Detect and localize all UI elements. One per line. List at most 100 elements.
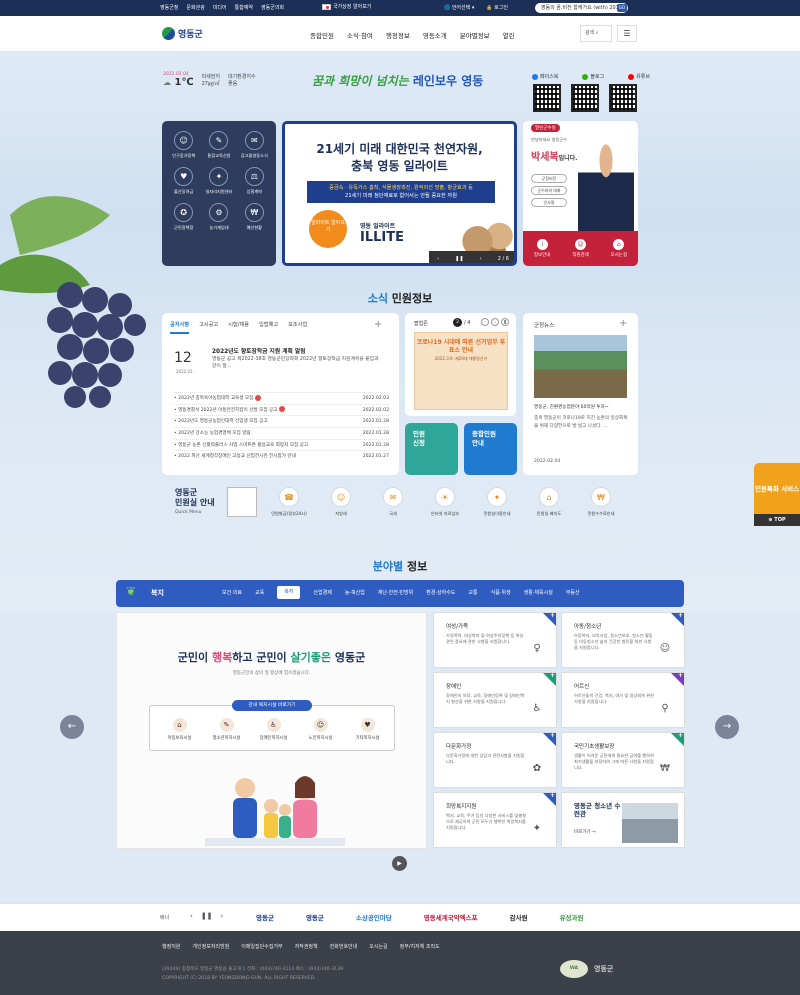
welfare-card[interactable]: + 여성/가족 가정폭력, 여성복지 및 여성주의정책 등 여성관련 중요에 관한 … [433, 612, 557, 668]
field-next-arrow[interactable]: → [715, 715, 739, 739]
quick-service-item[interactable]: ✉ 갑고을영동소식 [237, 131, 272, 159]
pause-icon[interactable]: ❚❚ [455, 256, 463, 262]
popup-pause-icon[interactable]: ❚ [501, 318, 509, 326]
notice-row[interactable]: • 2022년 강소농 농업경영체 모집 알림 2022.01.28 [174, 427, 389, 439]
vision-slogan[interactable]: 영동의 꿈,비전 함께가요 (with) 2030 [535, 3, 628, 13]
partner-banner[interactable]: 소상공인마당 [356, 912, 392, 922]
popup-next-icon[interactable]: › [491, 318, 499, 326]
quick-service-item[interactable]: ♥ 출산장려금 [166, 167, 201, 195]
field-tab[interactable]: 교통 [468, 589, 477, 599]
family-link[interactable]: 문화관광 [186, 4, 204, 11]
gnb-item[interactable]: 열린 [503, 30, 515, 40]
welfare-facility-item[interactable]: ☺ 노인복지시설 [297, 718, 344, 741]
national-symbol-link[interactable]: 국가상징 알아보기 [322, 3, 371, 10]
vision-go-button[interactable]: GO [617, 4, 627, 12]
footer-link[interactable]: 정부/지자체 조직도 [400, 943, 440, 950]
welfare-card[interactable]: + 희망복지지원 복지, 교육, 주거 등의 다양한 서비스를 맞춤형으로 제공하여… [433, 792, 557, 848]
notice-row[interactable]: • 2022년 충북육아농업대학 교육생 모집 2022.02.03 [174, 392, 389, 404]
popup-image[interactable]: 코로나19 시대에 따른 선거업무 투표소 안내 2022.3.9. 제20대 대… [414, 332, 508, 410]
quick-menu-item[interactable]: ☀ 인터넷 지로납부 [419, 487, 471, 517]
quick-menu-item[interactable]: ✦ 민원실이용안내 [471, 487, 523, 517]
back-to-top-button[interactable]: ⊕ TOP [754, 514, 800, 526]
popup-prev-icon[interactable]: ‹ [481, 318, 489, 326]
notice-featured[interactable]: 12 2022.01. 2022년도 향토장학금 지원 계획 알림 영동군 공고… [174, 346, 389, 391]
banner-prev-icon[interactable]: ‹ [190, 912, 193, 920]
welfare-facility-item[interactable]: ♥ 기타복지시설 [344, 718, 391, 741]
welfare-card[interactable]: + 국민기초생활보장 생활이 어려운 군민에게 필요한 급여를 행하여 최저생활을 … [561, 732, 685, 788]
partner-banner[interactable]: 영동군 [256, 912, 274, 922]
all-menu-button[interactable]: ☰ [617, 25, 637, 42]
field-play-button[interactable]: ▶ [392, 856, 407, 871]
notice-row[interactable]: • 2022년도 영동군농업인대학 신입생 모집 공고 2022.01.28 [174, 415, 389, 427]
quick-menu-item[interactable]: ✉ 국세 [367, 487, 419, 517]
notice-tab[interactable]: 공지사항 [170, 321, 190, 334]
welfare-facility-item[interactable]: ✎ 청소년복지시설 [203, 718, 250, 741]
quick-service-item[interactable]: ✪ 군민정책함 [166, 203, 201, 231]
footer-link[interactable]: 개인정보처리방침 [192, 943, 229, 950]
mayor-link[interactable]: i 정보안내 [534, 239, 550, 258]
footer-link[interactable]: 저작권정책 [295, 943, 318, 950]
mayor-link[interactable]: ⌂ 오시는길 [611, 239, 627, 258]
family-link[interactable]: 영동군청 [160, 4, 178, 11]
footer-link[interactable]: 오시는길 [369, 943, 387, 950]
gnb-item[interactable]: 분야별정보 [460, 30, 490, 40]
partner-banner[interactable]: 유성과원 [560, 912, 584, 922]
site-logo[interactable]: 영동군 [162, 27, 203, 40]
family-link[interactable]: 영동군의회 [261, 4, 284, 11]
notice-more-plus-icon[interactable]: + [374, 319, 382, 330]
notice-tab[interactable]: 보조사업 [288, 321, 307, 334]
gov-news-more-plus-icon[interactable]: + [619, 318, 627, 329]
welfare-card[interactable]: + 어르신 어르신들의 건강, 복지, 여가 및 일상회복 위한 사항을 지원합니다… [561, 672, 685, 728]
sns-link[interactable]: 유튜브 [628, 73, 650, 80]
partner-banner[interactable]: 영동군 [306, 912, 324, 922]
notice-tab[interactable]: 시험/채용 [228, 321, 249, 334]
welfare-facility-item[interactable]: ⌂ 아동보육시설 [156, 718, 203, 741]
notice-tab[interactable]: 고시공고 [199, 321, 218, 334]
welfare-facility-item[interactable]: ♿ 장애인복지시설 [250, 718, 297, 741]
field-tab[interactable]: 부동산 [566, 589, 580, 599]
notice-row[interactable]: • 영동군 농촌 신활력플러스 사업 스마트폰 활용교육 희망자 모집 공고 20… [174, 438, 389, 451]
mayor-link[interactable]: ☺ 직원검색 [572, 239, 589, 258]
mayor-greeting-button[interactable]: 인사말 [531, 198, 567, 207]
family-link[interactable]: 미디어 [213, 4, 227, 11]
youth-center-card[interactable]: 영동군 청소년 수련관 바로가기 → [561, 792, 685, 848]
banner-pause-icon[interactable]: ❚❚ [201, 912, 213, 920]
quick-menu-item[interactable]: ₩ 민원수수료안내 [575, 487, 627, 517]
quick-service-item[interactable]: ⚖ 입찰계약 [237, 167, 272, 195]
partner-banner[interactable]: 감사원 [510, 912, 528, 922]
search-button[interactable]: 검색 ⌕ [580, 25, 612, 42]
quick-service-item[interactable]: ✎ 통합교육신청 [201, 131, 236, 159]
field-tab[interactable]: 산업경제 [313, 589, 331, 599]
notice-row[interactable]: • 영동경찰서 2022년 아동안전지킴이 선발 모집 공고 2022.02.02 [174, 403, 389, 416]
civil-request-button[interactable]: 민원 신청 [405, 423, 458, 475]
footer-link[interactable]: 전화번호안내 [330, 943, 358, 950]
quick-service-item[interactable]: ₩ 예산현황 [237, 203, 272, 231]
illite-more-button[interactable]: 일라이트 알아보기 [309, 210, 347, 248]
notice-tab[interactable]: 입법예고 [259, 321, 278, 334]
field-tab[interactable]: 농·축산업 [345, 589, 365, 599]
quick-menu-item[interactable]: ☺ 지방세 [315, 487, 367, 517]
sns-link[interactable]: 페이스북 [532, 73, 558, 80]
prev-arrow-icon[interactable]: ‹ [437, 256, 439, 262]
field-prev-arrow[interactable]: ← [60, 715, 84, 739]
quick-service-item[interactable]: ⚙ 농기계임대 [201, 203, 236, 231]
footer-link[interactable]: 이메일집단수집거부 [241, 943, 282, 950]
language-select[interactable]: 🌐 언어선택 ▾ [444, 4, 474, 11]
field-tab[interactable]: 재난·안전·민방위 [378, 589, 413, 599]
field-tab[interactable]: 식품·위생 [491, 589, 511, 599]
field-tab[interactable]: 복지 [277, 586, 301, 599]
gnb-item[interactable]: 종합민원 [310, 30, 334, 40]
field-tab[interactable]: 환경·상하수도 [426, 589, 455, 599]
field-tab[interactable]: 보건·의료 [222, 589, 242, 599]
sns-link[interactable]: 블로그 [582, 73, 604, 80]
partner-banner[interactable]: 영동세계국악엑스포 [424, 912, 478, 922]
main-promo-banner[interactable]: 21세기 미래 대한민국 천연자원, 충북 영동 일라이트 중금속 · 유독가스 … [282, 121, 517, 266]
mayor-dialog-button[interactable]: 군수와의 대화 [531, 186, 567, 195]
quick-menu-item[interactable]: ☎ 민원발급(정부24시) [263, 487, 315, 517]
quick-menu-item[interactable]: ⌂ 민원실 배치도 [523, 487, 575, 517]
login-link[interactable]: 🔒 로그인 [486, 4, 508, 11]
welfare-card[interactable]: + 아동/청소년 아동복지, 보육사업, 청소년보호, 청소년 활동 등 아동청소년… [561, 612, 685, 668]
notice-row[interactable]: • 2022 피선 세계청각장애인 고등교 산업전시관 전시참가 안내 2022.… [174, 450, 389, 462]
footer-link[interactable]: 행정지원 [162, 943, 180, 950]
civil-guide-button[interactable]: 종합민원 안내 [464, 423, 517, 475]
